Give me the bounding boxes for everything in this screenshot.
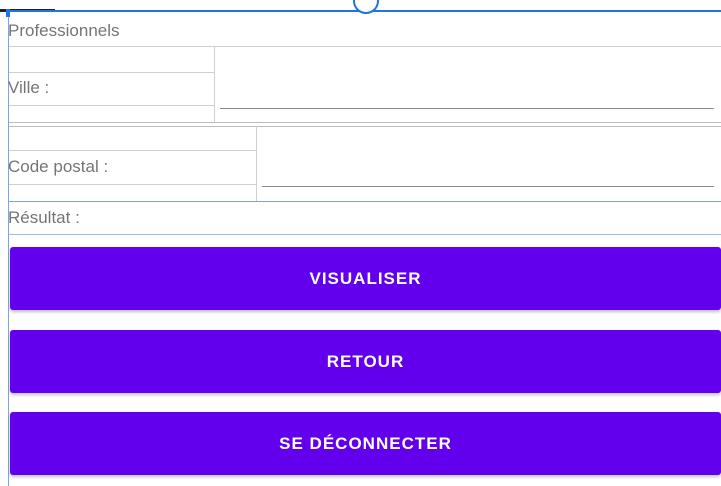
selection-handle[interactable] <box>6 9 10 17</box>
postal-code-input[interactable] <box>262 162 714 187</box>
divider <box>214 46 215 123</box>
divider <box>9 150 256 151</box>
divider <box>256 126 257 202</box>
view-button-label: VISUALISER <box>309 268 422 288</box>
city-input[interactable] <box>220 84 714 109</box>
logout-button[interactable]: SE DÉCONNECTER <box>10 412 721 475</box>
postal-code-label: Code postal : <box>8 157 109 176</box>
view-button[interactable]: VISUALISER <box>10 247 721 310</box>
back-button[interactable]: RETOUR <box>10 330 721 393</box>
form-screen: Professionnels Ville : Code postal : Rés… <box>0 0 721 486</box>
back-button-label: RETOUR <box>326 351 405 371</box>
divider <box>9 184 256 185</box>
divider <box>9 201 721 202</box>
divider <box>9 234 721 235</box>
result-label: Résultat : <box>8 208 80 227</box>
page-title: Professionnels <box>8 21 120 40</box>
divider <box>9 122 721 123</box>
divider <box>9 105 214 106</box>
divider <box>9 72 214 73</box>
divider <box>9 126 721 127</box>
city-label: Ville : <box>8 78 50 97</box>
divider <box>9 46 721 47</box>
logout-button-label: SE DÉCONNECTER <box>279 433 452 453</box>
